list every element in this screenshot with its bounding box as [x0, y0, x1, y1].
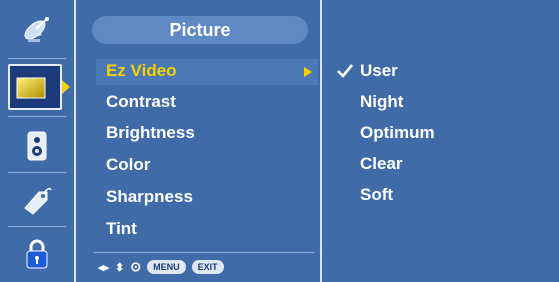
sidebar-item-audio[interactable]	[0, 120, 74, 172]
divider	[94, 252, 314, 253]
divider	[8, 172, 66, 173]
sidebar-item-lock[interactable]	[0, 228, 74, 280]
osd-menu: Picture Ez Video Contrast Brightness Col…	[0, 0, 559, 282]
divider	[8, 226, 66, 227]
divider	[8, 58, 66, 59]
menu-item-color[interactable]: Color	[106, 151, 150, 179]
ok-icon: ⊙	[130, 259, 142, 274]
speaker-icon	[27, 131, 47, 161]
option-night[interactable]: Night	[360, 88, 403, 116]
navigation-hints: ◂▸ ⬍ ⊙ MENU EXIT	[98, 258, 224, 276]
menu-item-sharpness[interactable]: Sharpness	[106, 183, 193, 211]
up-down-icon: ⬍	[115, 261, 125, 274]
sidebar-item-setup[interactable]	[0, 4, 74, 56]
option-optimum[interactable]: Optimum	[360, 119, 435, 147]
divider	[8, 116, 66, 117]
tag-icon	[24, 187, 52, 215]
exit-button[interactable]: EXIT	[191, 260, 224, 274]
sidebar-item-options[interactable]	[0, 174, 74, 226]
menu-title: Picture	[92, 16, 308, 44]
left-right-icon: ◂▸	[98, 261, 110, 274]
lock-icon	[26, 239, 48, 269]
category-sidebar	[0, 0, 74, 282]
menu-item-brightness[interactable]: Brightness	[106, 119, 195, 147]
satellite-icon	[24, 17, 49, 42]
option-user[interactable]: User	[360, 57, 398, 85]
submenu-arrow-icon	[304, 67, 312, 77]
option-soft[interactable]: Soft	[360, 181, 393, 209]
menu-item-tint[interactable]: Tint	[106, 215, 137, 243]
picture-icon	[16, 77, 46, 99]
check-icon	[337, 64, 354, 78]
ez-video-submenu: User Night Optimum Clear Soft	[322, 0, 559, 282]
option-clear[interactable]: Clear	[360, 150, 403, 178]
menu-item-ez-video[interactable]: Ez Video	[106, 57, 177, 85]
selected-arrow-icon	[62, 80, 70, 94]
menu-button[interactable]: MENU	[147, 260, 186, 274]
picture-menu: Picture Ez Video Contrast Brightness Col…	[76, 0, 320, 282]
menu-item-contrast[interactable]: Contrast	[106, 88, 176, 116]
